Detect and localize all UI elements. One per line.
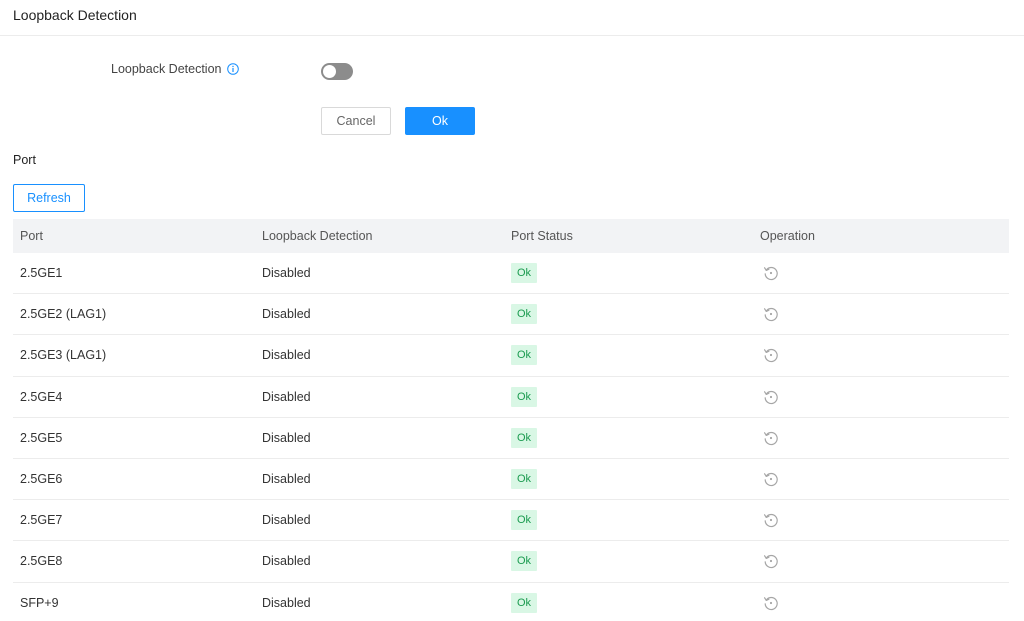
port-name: SFP+9 [20,595,59,610]
port-name: 2.5GE3 (LAG1) [20,348,107,363]
port-name: 2.5GE6 [20,472,63,487]
toggle-knob [323,65,336,78]
reset-icon[interactable] [762,388,780,406]
loopback-state: Disabled [262,266,311,281]
page-header: Loopback Detection [0,0,1024,36]
ok-button[interactable]: Ok [405,107,475,135]
status-badge: Ok [511,592,538,613]
table-row: 2.5GE7 Disabled Ok [13,500,1009,542]
port-name: 2.5GE8 [20,554,63,569]
column-header-loopback-detection: Loopback Detection [262,229,373,243]
table-header: Port Loopback Detection Port Status Oper… [13,219,1009,253]
table-row: 2.5GE6 Disabled Ok [13,459,1009,501]
column-header-port-status: Port Status [511,229,573,243]
loopback-state: Disabled [262,389,311,404]
loopback-state: Disabled [262,348,311,363]
loopback-state: Disabled [262,307,311,322]
status-badge: Ok [511,386,538,407]
cancel-button[interactable]: Cancel [321,107,391,135]
reset-icon[interactable] [762,511,780,529]
reset-icon[interactable] [762,305,780,323]
reset-icon[interactable] [762,429,780,447]
column-header-operation: Operation [760,229,815,243]
loopback-state: Disabled [262,595,311,610]
table-row: 2.5GE8 Disabled Ok [13,541,1009,583]
port-name: 2.5GE4 [20,389,63,404]
loopback-state: Disabled [262,554,311,569]
reset-icon[interactable] [762,594,780,612]
reset-icon[interactable] [762,552,780,570]
column-header-port: Port [20,229,43,243]
port-name: 2.5GE7 [20,513,63,528]
status-badge: Ok [511,427,538,448]
status-badge: Ok [511,469,538,490]
loopback-detection-toggle[interactable] [321,63,353,80]
port-name: 2.5GE1 [20,266,63,281]
page-title: Loopback Detection [13,7,137,23]
status-badge: Ok [511,304,538,325]
port-table: Port Loopback Detection Port Status Oper… [13,219,1009,621]
table-row: 2.5GE4 Disabled Ok [13,377,1009,418]
table-row: 2.5GE5 Disabled Ok [13,418,1009,459]
info-icon[interactable] [226,63,239,75]
table-row: 2.5GE1 Disabled Ok [13,253,1009,295]
status-badge: Ok [511,263,538,284]
table-row: SFP+9 Disabled Ok [13,583,1009,621]
loopback-state: Disabled [262,513,311,528]
status-badge: Ok [511,345,538,366]
table-row: 2.5GE3 (LAG1) Disabled Ok [13,335,1009,377]
refresh-button[interactable]: Refresh [13,184,85,212]
status-badge: Ok [511,510,538,531]
status-badge: Ok [511,551,538,572]
loopback-detection-setting-label: Loopback Detection [111,62,239,76]
reset-icon[interactable] [762,470,780,488]
loopback-state: Disabled [262,430,311,445]
table-row: 2.5GE2 (LAG1) Disabled Ok [13,294,1009,336]
reset-icon[interactable] [762,346,780,364]
port-name: 2.5GE2 (LAG1) [20,307,107,322]
loopback-state: Disabled [262,472,311,487]
port-section-title: Port [13,153,36,167]
loopback-detection-label: Loopback Detection [111,62,222,76]
reset-icon[interactable] [762,264,780,282]
loopback-detection-page: Loopback Detection Loopback Detection Ca… [0,0,1024,621]
port-name: 2.5GE5 [20,430,63,445]
